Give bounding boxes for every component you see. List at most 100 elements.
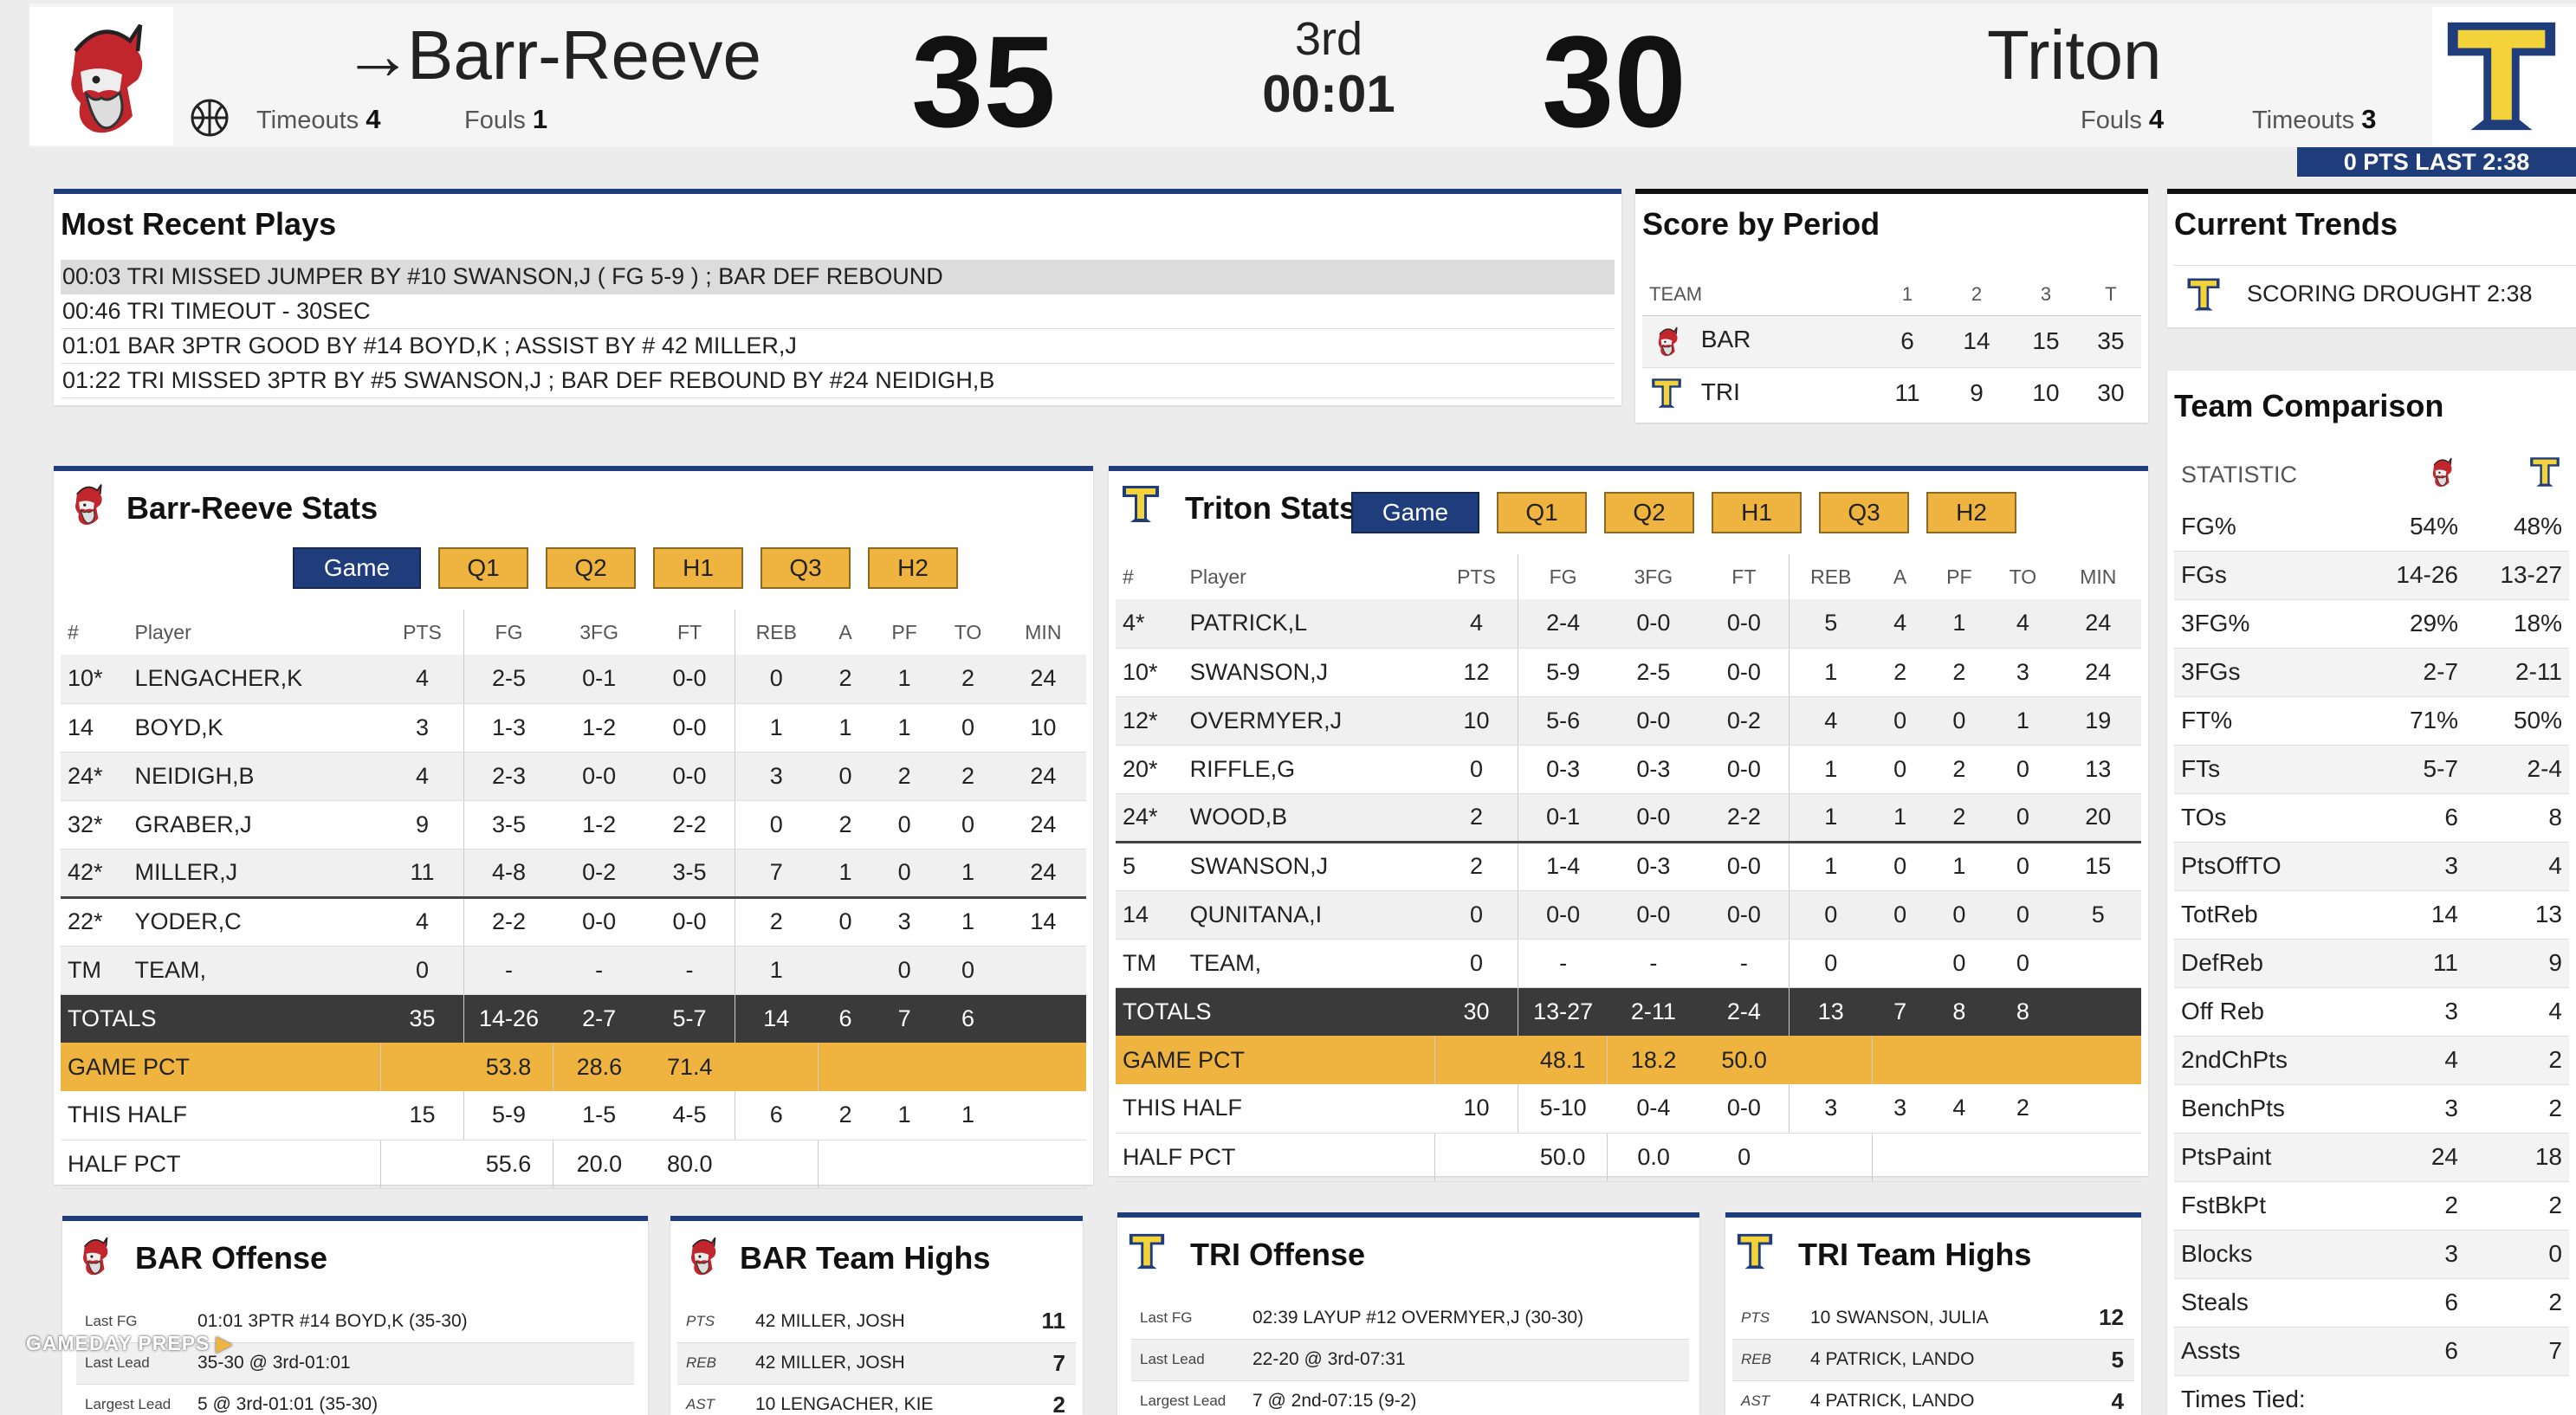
comparison-row: FT% 71% 50% — [2174, 696, 2569, 746]
stat-cell: 0-0 — [1699, 1084, 1790, 1134]
player-name: QUNITANA,I — [1182, 890, 1435, 940]
current-trends-title: Current Trends — [2174, 206, 2398, 242]
stat-cell: 3 — [380, 703, 464, 753]
empty-cell — [935, 1043, 1000, 1091]
comparison-row: DefReb 11 9 — [2174, 939, 2569, 988]
player-row[interactable]: 24* NEIDIGH,B 4 2-3 0-0 0-0 3 0 2 2 24 — [61, 752, 1086, 801]
player-row[interactable]: 32* GRABER,J 9 3-5 1-2 2-2 0 2 0 0 24 — [61, 800, 1086, 850]
this-half-row: THIS HALF 10 5-10 0-4 0-0 3 3 4 2 — [1116, 1084, 2141, 1134]
stat-cell: 20 — [2055, 793, 2141, 843]
sbp-cell: 15 — [2032, 327, 2060, 354]
player-name: RIFFLE,G — [1182, 745, 1435, 794]
stat-header: MIN — [2080, 565, 2117, 588]
stat-header: REB — [734, 610, 819, 655]
comparison-stat: FTs — [2174, 745, 2361, 794]
comparison-away-value: 48% — [2465, 502, 2569, 552]
comparison-row: Blocks 3 0 — [2174, 1230, 2569, 1279]
tri-team-highs-title: TRI Team Highs — [1798, 1237, 2032, 1272]
empty-cell — [1434, 1036, 1518, 1084]
player-name: OVERMYER,J — [1182, 696, 1435, 746]
comparison-row: FstBkPt 2 2 — [2174, 1181, 2569, 1231]
stat-header: # — [1123, 565, 1134, 588]
player-row[interactable]: 5 SWANSON,J 2 1-4 0-3 0-0 1 0 1 0 15 — [1116, 842, 2141, 891]
recent-plays-list: 00:03 TRI MISSED JUMPER BY #10 SWANSON,J… — [61, 260, 1615, 398]
bar-offense-title: BAR Offense — [135, 1240, 328, 1276]
game-period: 3rd — [1294, 13, 1363, 65]
stat-cell: 0 — [1872, 842, 1928, 891]
period-button-h1[interactable]: H1 — [653, 547, 743, 589]
stat-cell: 0-0 — [1607, 890, 1699, 940]
stat-cell: 0-0 — [1518, 890, 1608, 940]
period-button-h2[interactable]: H2 — [868, 547, 958, 589]
stat-cell: 2 — [935, 655, 1000, 704]
info-key: Last FG — [1131, 1297, 1252, 1340]
sbp-cell: 30 — [2097, 379, 2125, 407]
comparison-home-value: 71% — [2361, 696, 2465, 746]
player-name: GRABER,J — [127, 800, 381, 850]
player-row[interactable]: 24* WOOD,B 2 0-1 0-0 2-2 1 1 2 0 20 — [1116, 793, 2141, 843]
player-row[interactable]: 12* OVERMYER,J 10 5-6 0-0 0-2 4 0 0 1 19 — [1116, 696, 2141, 746]
period-button-q1[interactable]: Q1 — [438, 547, 528, 589]
comparison-header-statistic: STATISTIC — [2181, 461, 2297, 488]
triton-logo-icon — [2437, 9, 2566, 144]
empty-cell — [1000, 1091, 1086, 1140]
stat-cell: 0 — [935, 800, 1000, 850]
comparison-stat: BenchPts — [2174, 1084, 2361, 1134]
period-button-game[interactable]: Game — [1351, 492, 1479, 533]
player-row[interactable]: 10* SWANSON,J 12 5-9 2-5 0-0 1 2 2 3 24 — [1116, 648, 2141, 697]
stat-cell: 1 — [818, 849, 873, 899]
triton-stats-table: # Player PTS FG 3FG FT REB A PF TO MIN 4* PATRICK,L 4… — [1116, 554, 2141, 1182]
stat-cell: 4 — [1434, 599, 1518, 649]
stat-cell: 2 — [1990, 1084, 2055, 1134]
stat-cell: 10* — [61, 655, 128, 704]
comparison-row: 3FGs 2-7 2-11 — [2174, 648, 2569, 697]
player-row[interactable]: 42* MILLER,J 11 4-8 0-2 3-5 7 1 0 1 24 — [61, 849, 1086, 899]
player-row[interactable]: 20* RIFFLE,G 0 0-3 0-3 0-0 1 0 2 0 13 — [1116, 745, 2141, 794]
info-value: 01:01 3PTR #14 BOYD,K (35-30) — [197, 1301, 634, 1343]
stat-cell: 1-2 — [553, 703, 645, 753]
stat-header: PF — [1946, 565, 1972, 588]
period-button-q2[interactable]: Q2 — [1604, 492, 1694, 533]
player-row[interactable]: TM TEAM, 0- - -1 0 0 — [61, 946, 1086, 995]
player-row[interactable]: 14 BOYD,K 3 1-3 1-2 0-0 1 1 1 0 10 — [61, 703, 1086, 753]
stat-cell: 0 — [1434, 745, 1518, 794]
stat-header: REB — [1788, 554, 1873, 599]
stat-cell: 12* — [1116, 696, 1183, 746]
comparison-home-value: 6 — [2361, 793, 2465, 843]
stat-cell: 0-0 — [644, 897, 735, 947]
player-row[interactable]: 10* LENGACHER,K 4 2-5 0-1 0-0 0 2 1 2 24 — [61, 655, 1086, 704]
comparison-away-value: 2 — [2465, 1036, 2569, 1085]
period-button-q2[interactable]: Q2 — [546, 547, 636, 589]
basketball-icon — [191, 99, 229, 137]
away-timeouts-value: 3 — [2361, 104, 2377, 134]
empty-cell — [1789, 1133, 1873, 1182]
player-row[interactable]: 14 QUNITANA,I 0 0-0 0-0 0-0 0 0 0 0 5 — [1116, 890, 2141, 940]
period-button-h1[interactable]: H1 — [1712, 492, 1802, 533]
stat-cell: - — [1518, 939, 1608, 988]
comparison-stat: Times Tied: — [2174, 1375, 2361, 1415]
stat-cell: - — [553, 946, 645, 995]
stat-cell: 50.0 — [1699, 1036, 1790, 1084]
player-row[interactable]: TM TEAM, 0- - -0 0 0 — [1116, 939, 2141, 988]
empty-cell — [735, 1140, 819, 1189]
stat-cell: 2-7 — [553, 994, 645, 1043]
player-row[interactable]: 4* PATRICK,L 4 2-4 0-0 0-0 5 4 1 4 24 — [1116, 599, 2141, 649]
period-button-game[interactable]: Game — [293, 547, 421, 589]
info-number: 2 — [1024, 1384, 1076, 1415]
period-button-q3[interactable]: Q3 — [1819, 492, 1909, 533]
home-team-logo[interactable] — [29, 7, 173, 145]
away-team-logo[interactable] — [2432, 7, 2576, 145]
comparison-home-value: 2-7 — [2361, 648, 2465, 697]
period-button-h2[interactable]: H2 — [1926, 492, 2016, 533]
player-row[interactable]: 22* YODER,C 4 2-2 0-0 0-0 2 0 3 1 14 — [61, 897, 1086, 947]
period-button-q1[interactable]: Q1 — [1497, 492, 1587, 533]
empty-cell — [1789, 1036, 1873, 1084]
this-half-row-label: THIS HALF — [61, 1091, 381, 1140]
stat-cell: 42* — [61, 849, 128, 899]
empty-cell — [2055, 987, 2141, 1036]
play-item: 01:01 BAR 3PTR GOOD BY #14 BOYD,K ; ASSI… — [61, 329, 1615, 364]
period-button-q3[interactable]: Q3 — [761, 547, 851, 589]
viking-logo-icon — [36, 12, 166, 142]
stat-cell: 0-0 — [1699, 745, 1790, 794]
stat-cell: 0 — [872, 946, 936, 995]
